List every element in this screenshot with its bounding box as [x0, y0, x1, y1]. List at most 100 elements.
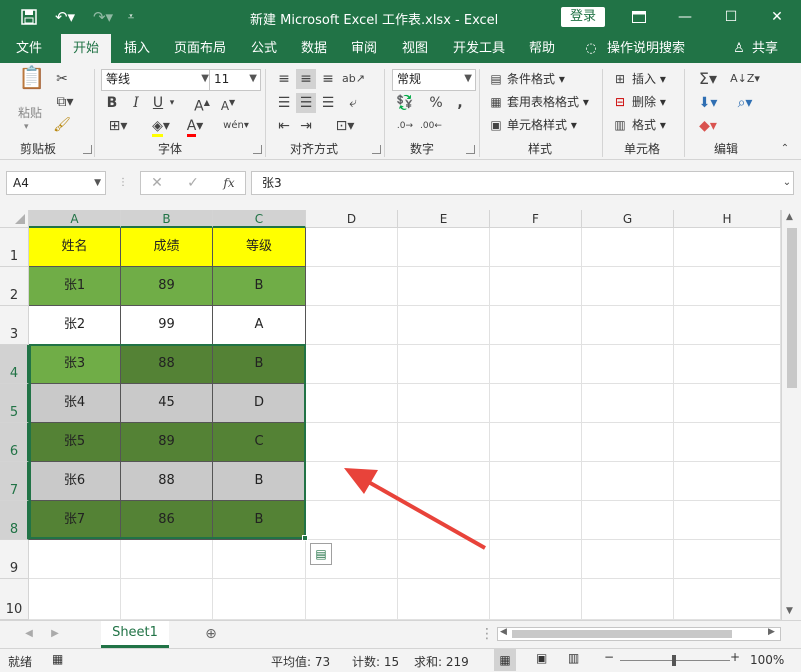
conditional-format-icon[interactable]: ▤	[488, 69, 504, 89]
delete-cells-button[interactable]: 删除 ▾	[632, 92, 666, 112]
page-break-view-icon[interactable]: ▥	[568, 651, 579, 665]
empty-cell[interactable]	[674, 501, 781, 540]
empty-cell[interactable]	[582, 228, 674, 267]
empty-cell[interactable]	[582, 267, 674, 306]
row-header-10[interactable]: 10	[0, 579, 29, 620]
minimize-icon[interactable]: —	[670, 6, 700, 28]
macro-record-icon[interactable]: ▦	[52, 652, 63, 666]
tab-help[interactable]: 帮助	[522, 34, 562, 63]
font-color-icon[interactable]: A▾	[180, 116, 210, 137]
paste-icon[interactable]: 📋	[18, 68, 45, 99]
enter-icon[interactable]: ✓	[185, 173, 201, 193]
collapse-ribbon-icon[interactable]: ⌃	[778, 139, 792, 159]
zoom-level[interactable]: 100%	[750, 653, 784, 667]
cell-name[interactable]: 张2	[29, 306, 121, 345]
underline-dropdown-icon[interactable]: ▾	[166, 93, 178, 113]
cell-name[interactable]: 张1	[29, 267, 121, 306]
fill-icon[interactable]: ⬇▾	[694, 93, 722, 113]
customize-icon[interactable]: ⩡	[120, 6, 142, 28]
person-icon[interactable]: ♙	[730, 34, 748, 63]
column-header-a[interactable]: A	[29, 210, 121, 228]
cell-score[interactable]: 99	[121, 306, 213, 345]
align-right-icon[interactable]: ☰	[318, 93, 338, 113]
row-header-2[interactable]: 2	[0, 267, 29, 306]
cell-name[interactable]: 张7	[29, 501, 121, 540]
sheet-tab-sheet1[interactable]: Sheet1	[101, 621, 169, 648]
vertical-scrollbar[interactable]: ▲ ▼	[781, 210, 801, 620]
zoom-slider-thumb[interactable]	[672, 655, 676, 666]
worksheet-grid[interactable]: ABCDEFGH 1 2 3 4 5 6 7 8 9 10 姓名 成绩 等级 张1 89 B 张2 99 A 张3 8…	[0, 210, 801, 620]
cell-grade[interactable]: B	[213, 501, 306, 540]
tab-data[interactable]: 数据	[294, 34, 334, 63]
name-box[interactable]: A4 ▼	[6, 171, 106, 195]
empty-cell[interactable]	[674, 228, 781, 267]
column-header-d[interactable]: D	[306, 210, 398, 228]
tab-review[interactable]: 审阅	[344, 34, 384, 63]
scroll-left-icon[interactable]: ◀	[500, 627, 507, 637]
cell-styles-button[interactable]: 单元格样式 ▾	[507, 115, 577, 135]
tab-view[interactable]: 视图	[395, 34, 435, 63]
font-name-select[interactable]: 等线 ▼	[101, 69, 213, 91]
empty-cell[interactable]	[490, 423, 582, 462]
scroll-right-icon[interactable]: ▶	[768, 627, 775, 637]
empty-cell[interactable]	[490, 462, 582, 501]
paste-dropdown-icon[interactable]: ▾	[24, 117, 29, 137]
format-table-icon[interactable]: ▦	[488, 92, 504, 112]
wrap-text-icon[interactable]: ⤶	[342, 93, 364, 113]
alignment-launcher-icon[interactable]	[372, 145, 381, 154]
copy-icon[interactable]: ⧉▾	[52, 92, 78, 112]
cell-score[interactable]: 88	[121, 462, 213, 501]
format-cells-icon[interactable]: ▥	[612, 115, 628, 135]
column-header-g[interactable]: G	[582, 210, 674, 228]
empty-cell[interactable]	[306, 579, 398, 620]
empty-cell[interactable]	[674, 579, 781, 620]
cell-styles-icon[interactable]: ▣	[488, 115, 504, 135]
cancel-icon[interactable]: ✕	[149, 173, 165, 193]
empty-cell[interactable]	[674, 540, 781, 579]
empty-cell[interactable]	[29, 540, 121, 579]
header-cell-grade[interactable]: 等级	[213, 228, 306, 267]
scroll-down-icon[interactable]: ▼	[786, 606, 793, 616]
row-header-3[interactable]: 3	[0, 306, 29, 345]
header-cell-name[interactable]: 姓名	[29, 228, 121, 267]
empty-cell[interactable]	[674, 423, 781, 462]
login-button[interactable]: 登录	[561, 7, 605, 27]
cell-grade[interactable]: B	[213, 345, 306, 384]
cell-score[interactable]: 45	[121, 384, 213, 423]
delete-cells-icon[interactable]: ⊟	[612, 92, 628, 112]
empty-cell[interactable]	[398, 579, 490, 620]
insert-function-icon[interactable]: fx	[219, 173, 239, 193]
row-header-6[interactable]: 6	[0, 423, 29, 462]
format-painter-icon[interactable]: 🖌	[52, 115, 72, 135]
cell-grade[interactable]: B	[213, 267, 306, 306]
font-launcher-icon[interactable]	[253, 145, 262, 154]
lightbulb-icon[interactable]: ◌	[580, 34, 602, 63]
column-header-f[interactable]: F	[490, 210, 582, 228]
cell-score[interactable]: 86	[121, 501, 213, 540]
row-header-1[interactable]: 1	[0, 228, 29, 267]
cell-grade[interactable]: D	[213, 384, 306, 423]
decrease-decimal-icon[interactable]: .00←	[420, 116, 442, 136]
empty-cell[interactable]	[582, 579, 674, 620]
add-sheet-icon[interactable]: ⊕	[202, 624, 220, 644]
empty-cell[interactable]	[398, 345, 490, 384]
cell-score[interactable]: 89	[121, 423, 213, 462]
cell-grade[interactable]: A	[213, 306, 306, 345]
cell-name[interactable]: 张3	[29, 345, 121, 384]
empty-cell[interactable]	[674, 345, 781, 384]
decrease-indent-icon[interactable]: ⇤	[274, 116, 294, 136]
empty-cell[interactable]	[674, 462, 781, 501]
increase-font-icon[interactable]: A▲	[192, 93, 212, 117]
column-header-b[interactable]: B	[121, 210, 213, 228]
redo-icon[interactable]: ↷▾	[88, 6, 118, 28]
expand-formula-icon[interactable]: ⌄	[780, 173, 794, 193]
empty-cell[interactable]	[582, 345, 674, 384]
cut-icon[interactable]: ✂	[52, 69, 72, 89]
cell-grade[interactable]: C	[213, 423, 306, 462]
empty-cell[interactable]	[490, 267, 582, 306]
number-format-select[interactable]: 常规 ▼	[392, 69, 476, 91]
scroll-thumb[interactable]	[512, 630, 732, 638]
column-header-h[interactable]: H	[674, 210, 781, 228]
column-header-c[interactable]: C	[213, 210, 306, 228]
empty-cell[interactable]	[490, 540, 582, 579]
